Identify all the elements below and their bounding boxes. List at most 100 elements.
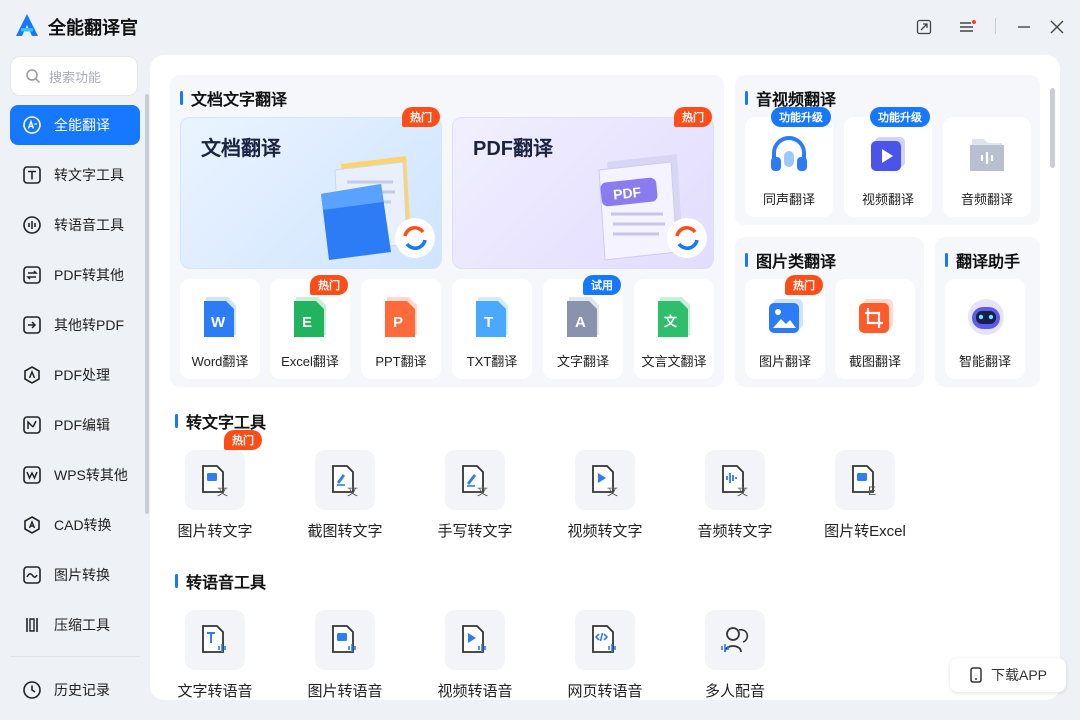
- svg-text:文: 文: [664, 314, 678, 330]
- text-speech-icon: [202, 625, 226, 653]
- close-button[interactable]: [1046, 16, 1068, 38]
- tile-label: 同声翻译: [762, 192, 815, 207]
- sidebar-item-wps-convert[interactable]: WPS转其他: [10, 455, 140, 495]
- ppt-doc-icon: P: [385, 297, 417, 337]
- video-speech-icon: [462, 625, 486, 653]
- pin-icon: [916, 19, 932, 35]
- image-to-excel-tool[interactable]: E 图片转Excel: [810, 450, 920, 550]
- hot-tag: 热门: [674, 107, 712, 127]
- txt-doc-icon: T: [476, 297, 508, 337]
- audio-to-text-tool[interactable]: 文 音频转文字: [680, 450, 790, 550]
- search-placeholder: 搜索功能: [49, 69, 102, 85]
- app-logo-icon: [16, 14, 38, 36]
- minimize-button[interactable]: [1013, 16, 1035, 38]
- headphones-icon: [771, 136, 807, 171]
- simultaneous-translate-tile[interactable]: 同声翻译: [745, 117, 833, 217]
- sidebar-item-history[interactable]: 历史记录: [10, 670, 140, 710]
- tile-label: Excel翻译: [281, 354, 339, 369]
- audio-translate-tile[interactable]: 音频翻译: [943, 117, 1031, 217]
- screenshot-translate-tile[interactable]: 截图翻译: [835, 279, 915, 379]
- svg-text:文: 文: [347, 484, 358, 498]
- people-voice-icon: [721, 627, 749, 653]
- download-label: 下载APP: [990, 667, 1047, 683]
- crop-icon: [859, 299, 893, 333]
- text-to-speech-tool[interactable]: 文字转语音: [160, 610, 270, 700]
- sidebar-item-image-convert[interactable]: 图片转换: [10, 555, 140, 595]
- search-icon: [26, 69, 41, 84]
- sidebar-item-pdf-process[interactable]: PDF处理: [10, 355, 140, 395]
- ppt-translate-tile[interactable]: P PPT翻译: [361, 279, 441, 379]
- minimize-icon: [1018, 26, 1030, 28]
- video-translate-tile[interactable]: 视频翻译: [844, 117, 932, 217]
- sidebar-item-compress[interactable]: 压缩工具: [10, 605, 140, 645]
- sidebar-item-cad[interactable]: CAD转换: [10, 505, 140, 545]
- sidebar-item-label: PDF编辑: [54, 417, 110, 433]
- sidebar-item-pdf-edit[interactable]: PDF编辑: [10, 405, 140, 445]
- txt-translate-tile[interactable]: T TXT翻译: [452, 279, 532, 379]
- hot-tag: 热门: [224, 430, 262, 450]
- sidebar-item-label: 历史记录: [54, 682, 110, 698]
- tile-label: 视频翻译: [861, 192, 914, 207]
- image-convert-icon: [22, 565, 42, 585]
- handwriting-to-text-tool[interactable]: 文 手写转文字: [420, 450, 530, 550]
- doc-translate-card[interactable]: 文档翻译: [180, 117, 442, 269]
- sidebar-item-label: CAD转换: [54, 517, 112, 533]
- sidebar-item-text-tool[interactable]: 转文字工具: [10, 155, 140, 195]
- pin-window-button[interactable]: [913, 16, 935, 38]
- history-icon: [22, 680, 42, 700]
- screenshot-to-text-tool[interactable]: 文 截图转文字: [290, 450, 400, 550]
- tool-icon-box: E: [835, 450, 895, 510]
- tool-label: 多人配音: [704, 683, 765, 700]
- pdf-edit-icon: [22, 415, 42, 435]
- phone-icon: [970, 667, 982, 683]
- sidebar-item-translate[interactable]: 全能翻译: [10, 105, 140, 145]
- tool-label: 视频转文字: [567, 523, 643, 540]
- main-scrollbar[interactable]: [1050, 88, 1055, 168]
- webpage-to-speech-tool[interactable]: 网页转语音: [550, 610, 660, 700]
- doc-translation-panel: 文档文字翻译 文档翻译 热门 PDF翻译 PDF 热门 W Word翻译 E E…: [170, 75, 724, 387]
- tool-icon-box: [705, 610, 765, 670]
- svg-text:E: E: [302, 314, 312, 331]
- tool-label: 截图转文字: [307, 523, 383, 540]
- tile-label: 图片翻译: [758, 354, 811, 369]
- audio-text-icon: 文: [722, 465, 748, 498]
- tool-icon-box: [575, 610, 635, 670]
- sidebar-item-to-pdf[interactable]: 其他转PDF: [10, 305, 140, 345]
- svg-text:A: A: [575, 314, 586, 331]
- image-translation-panel: 图片类翻译 图片翻译 热门 截图翻译: [735, 237, 924, 387]
- video-to-speech-tool[interactable]: 视频转语音: [420, 610, 530, 700]
- sidebar: 搜索功能 全能翻译 转文字工具 转语音工具 PDF转其他 其他转PDF PDF处…: [0, 54, 150, 720]
- section-title: 图片类翻译: [745, 248, 836, 272]
- sidebar-item-voice-tool[interactable]: 转语音工具: [10, 205, 140, 245]
- svg-text:E: E: [868, 484, 876, 498]
- menu-button[interactable]: [956, 16, 978, 38]
- tool-icon-box: [185, 610, 245, 670]
- image-to-text-tool[interactable]: 文 图片转文字: [160, 450, 270, 550]
- upgrade-tag: 功能升级: [771, 107, 831, 127]
- pdf-process-icon: [22, 365, 42, 385]
- tool-label: 音频转文字: [697, 523, 773, 540]
- smart-translate-tile[interactable]: 智能翻译: [945, 279, 1025, 379]
- word-doc-icon: W: [204, 297, 236, 337]
- pdf-translate-card[interactable]: PDF翻译 PDF: [452, 117, 714, 269]
- search-box[interactable]: 搜索功能: [10, 56, 138, 96]
- wps-convert-icon: [22, 465, 42, 485]
- classical-translate-tile[interactable]: 文 文言文翻译: [634, 279, 714, 379]
- svg-text:P: P: [393, 314, 403, 331]
- video-to-text-tool[interactable]: 文 视频转文字: [550, 450, 660, 550]
- cad-icon: [22, 515, 42, 535]
- sidebar-item-label: 其他转PDF: [54, 317, 124, 333]
- download-app-button[interactable]: 下载APP: [950, 658, 1066, 692]
- video-play-icon: [871, 137, 905, 171]
- document-illustration-icon: [321, 156, 435, 260]
- excel-doc-icon: E: [294, 297, 326, 337]
- sidebar-item-label: WPS转其他: [54, 467, 128, 483]
- translate-icon: [22, 115, 42, 135]
- multi-voice-dubbing-tool[interactable]: 多人配音: [680, 610, 790, 700]
- sidebar-scrollbar[interactable]: [145, 94, 149, 514]
- image-to-speech-tool[interactable]: 图片转语音: [290, 610, 400, 700]
- sidebar-item-pdf-convert[interactable]: PDF转其他: [10, 255, 140, 295]
- svg-text:W: W: [211, 314, 226, 331]
- word-translate-tile[interactable]: W Word翻译: [180, 279, 260, 379]
- robot-icon: [968, 299, 1004, 335]
